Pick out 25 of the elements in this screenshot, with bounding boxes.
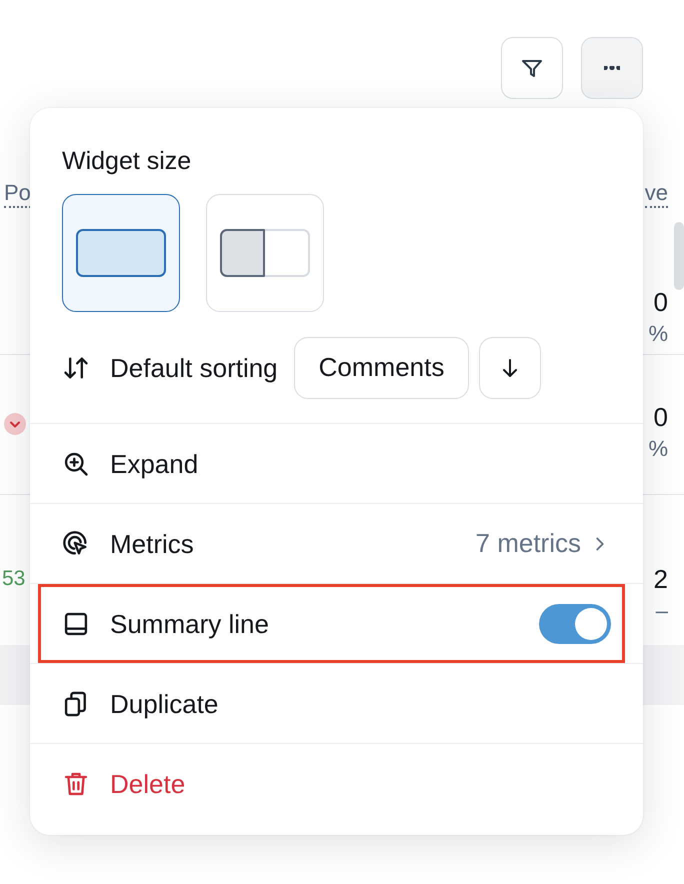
table-value: 2 — [654, 565, 668, 593]
trash-icon — [62, 770, 90, 798]
half-width-layout-icon — [220, 229, 310, 277]
table-value: – — [656, 597, 668, 625]
size-option[interactable] — [62, 194, 180, 312]
menu-item[interactable]: Duplicate — [30, 664, 643, 744]
table-value: 0 — [654, 288, 668, 316]
scrollbar-thumb[interactable] — [674, 222, 684, 290]
more-icon — [604, 66, 620, 70]
menu-item[interactable]: Metrics 7 metrics — [30, 504, 643, 584]
metrics-count: 7 metrics — [476, 528, 581, 559]
table-value: 53 — [2, 566, 26, 592]
menu-item[interactable]: Expand — [30, 424, 643, 504]
chevron-down-badge-icon — [4, 413, 26, 435]
filter-button[interactable] — [501, 37, 563, 99]
menu-label: Default sorting — [110, 352, 278, 384]
full-width-layout-icon — [76, 229, 166, 277]
table-value: 0 — [654, 403, 668, 431]
table-value: % — [648, 435, 668, 463]
table-value: % — [648, 320, 668, 348]
sort-field-button[interactable]: Comments — [294, 336, 470, 398]
menu-item[interactable]: Summary line — [30, 584, 643, 664]
menu-item[interactable]: Delete — [30, 744, 643, 824]
menu-heading: Widget size — [61, 146, 192, 176]
toggle-switch[interactable] — [539, 604, 611, 644]
